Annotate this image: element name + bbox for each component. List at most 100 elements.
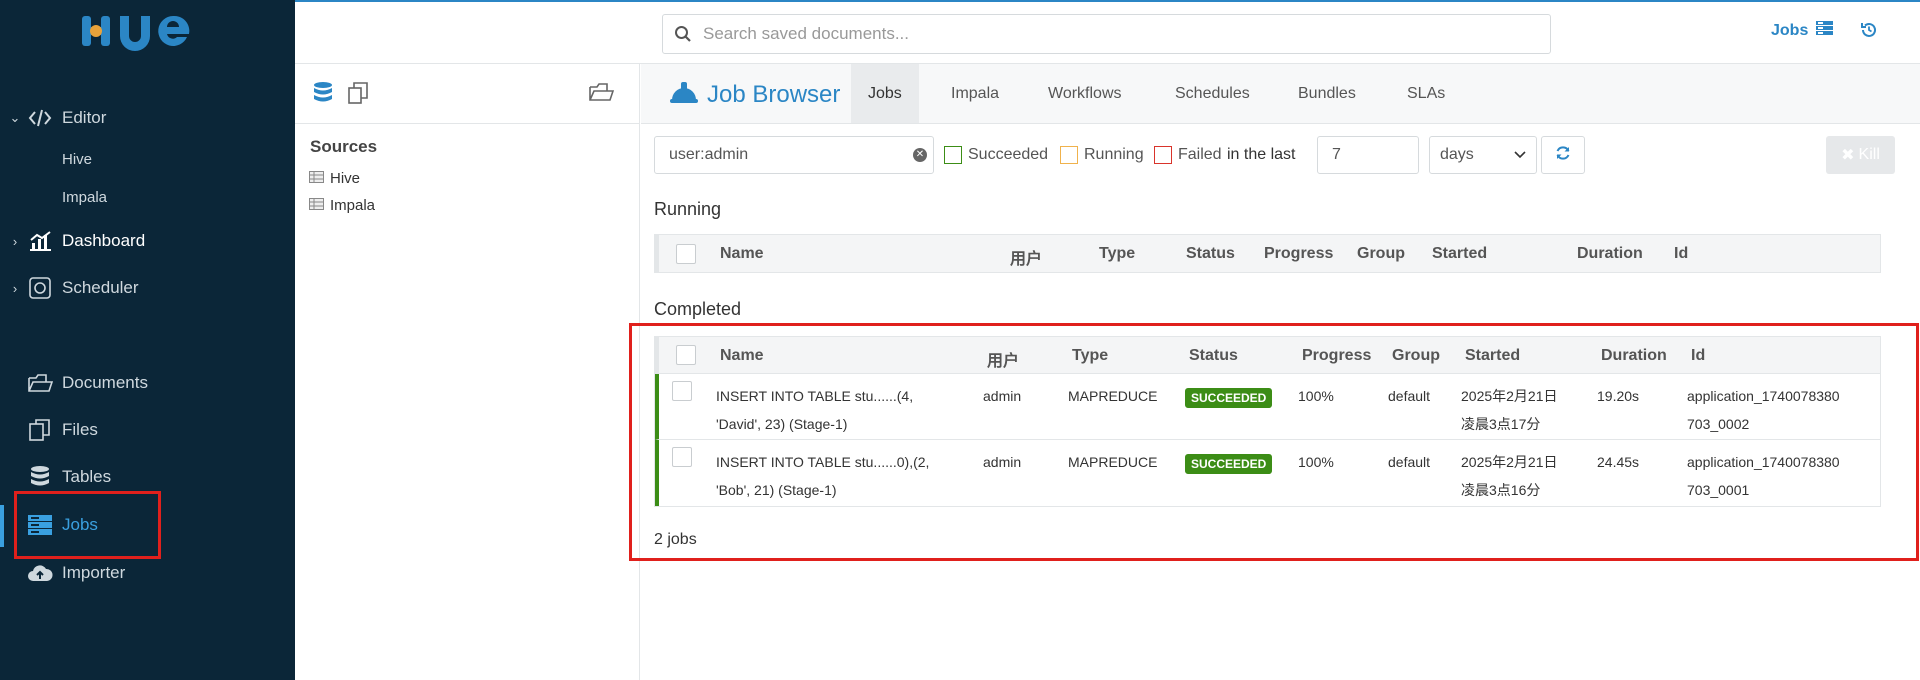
search-input[interactable]	[703, 24, 1523, 44]
user-filter-input[interactable]	[669, 146, 899, 164]
nav-editor-hive[interactable]: Hive	[62, 151, 92, 168]
nav-editor-label: Editor	[62, 108, 107, 127]
app-title: Job Browser	[669, 78, 840, 111]
col-progress: Progress	[1302, 347, 1372, 364]
table-row[interactable]: INSERT INTO TABLE stu......(4, 'David', 2…	[655, 374, 1880, 440]
tab-impala[interactable]: Impala	[934, 64, 1016, 123]
kill-label: Kill	[1858, 146, 1880, 163]
tab-jobs[interactable]: Jobs	[851, 64, 919, 123]
nav-documents-label: Documents	[62, 373, 148, 392]
row-checkbox[interactable]	[672, 447, 692, 467]
tab-schedules[interactable]: Schedules	[1158, 64, 1267, 123]
col-group: Group	[1357, 245, 1405, 262]
database-icon	[27, 464, 53, 490]
nav-editor-impala[interactable]: Impala	[62, 189, 107, 206]
col-duration: Duration	[1601, 347, 1667, 364]
col-type: Type	[1099, 245, 1136, 262]
nav-dashboard[interactable]: › Dashboard	[0, 223, 295, 259]
succeeded-label: Succeeded	[968, 146, 1049, 163]
filters-bar: ✕ Succeeded Running Failed in the last 7…	[654, 136, 1920, 174]
job-id[interactable]: application_1740078380 703_0001	[1687, 448, 1840, 504]
job-group: default	[1388, 388, 1431, 404]
job-progress: 100%	[1298, 454, 1334, 470]
job-name-line1: INSERT INTO TABLE stu......0),(2,	[716, 454, 930, 470]
job-name[interactable]: INSERT INTO TABLE stu......0),(2, 'Bob', …	[716, 448, 929, 504]
job-type: MAPREDUCE	[1068, 454, 1158, 470]
refresh-button[interactable]	[1541, 136, 1585, 174]
job-id-line1: application_1740078380	[1687, 388, 1840, 404]
job-name-line2: 'David', 23) (Stage-1)	[716, 416, 848, 432]
col-started: Started	[1432, 245, 1488, 262]
job-started: 2025年2月21日 凌晨3点17分	[1461, 382, 1558, 438]
days-input[interactable]: 7	[1317, 136, 1419, 174]
search-box[interactable]	[662, 14, 1551, 54]
chevron-down-icon	[1514, 146, 1526, 164]
nav-jobs[interactable]: Jobs	[0, 507, 295, 543]
col-group: Group	[1392, 347, 1440, 364]
col-duration: Duration	[1577, 245, 1643, 262]
top-jobs-button[interactable]: Jobs	[1771, 21, 1834, 40]
folder-open-icon[interactable]	[588, 81, 615, 108]
history-icon[interactable]	[1860, 21, 1878, 44]
col-user: 用户	[1010, 251, 1043, 268]
source-hive[interactable]: Hive	[309, 170, 360, 187]
running-filter[interactable]: Running	[1060, 146, 1144, 164]
running-table: Name 用户 Type Status Progress Group Start…	[654, 234, 1881, 273]
job-duration: 19.20s	[1597, 388, 1640, 404]
database-icon[interactable]	[313, 81, 333, 110]
nav-scheduler-label: Scheduler	[62, 278, 139, 297]
row-checkbox[interactable]	[672, 381, 692, 401]
succeeded-filter[interactable]: Succeeded	[944, 146, 1048, 164]
nav-scheduler[interactable]: › Scheduler	[0, 270, 295, 306]
chart-icon	[27, 228, 53, 254]
hue-logo[interactable]	[78, 10, 218, 54]
files-icon	[27, 417, 53, 443]
select-all-checkbox[interactable]	[676, 345, 696, 365]
nav-tables[interactable]: Tables	[0, 459, 295, 495]
job-started-time: 凌晨3点16分	[1461, 482, 1541, 498]
clear-icon[interactable]: ✕	[913, 148, 927, 162]
user-filter[interactable]: ✕	[654, 136, 934, 174]
job-user: admin	[983, 388, 1022, 404]
job-id-line1: application_1740078380	[1687, 454, 1840, 470]
left-navigation: ⌄ Editor Hive Impala › Dashboard › Sched…	[0, 0, 295, 680]
nav-files-label: Files	[62, 420, 98, 439]
code-icon	[27, 105, 53, 131]
unit-select[interactable]: days	[1429, 136, 1537, 174]
nav-documents[interactable]: Documents	[0, 365, 295, 401]
job-started-date: 2025年2月21日	[1461, 388, 1558, 404]
failed-filter[interactable]: Failed	[1154, 146, 1222, 164]
failed-checkbox[interactable]	[1154, 146, 1172, 164]
succeeded-checkbox[interactable]	[944, 146, 962, 164]
source-hive-label: Hive	[330, 170, 361, 187]
job-user: admin	[983, 454, 1022, 470]
nav-importer[interactable]: Importer	[0, 555, 295, 591]
top-jobs-label: Jobs	[1771, 21, 1809, 39]
status-badge: SUCCEEDED	[1185, 454, 1273, 474]
nav-editor[interactable]: ⌄ Editor	[0, 100, 295, 136]
job-group: default	[1388, 454, 1431, 470]
nav-files[interactable]: Files	[0, 412, 295, 448]
chevron-right-icon: ›	[12, 280, 18, 296]
documents-icon[interactable]	[347, 81, 371, 110]
job-progress: 100%	[1298, 388, 1334, 404]
kill-button[interactable]: ✖ Kill	[1826, 136, 1895, 174]
completed-section-title: Completed	[654, 299, 742, 319]
close-icon: ✖	[1841, 147, 1855, 164]
tab-slas[interactable]: SLAs	[1390, 64, 1462, 123]
job-id[interactable]: application_1740078380 703_0002	[1687, 382, 1840, 438]
table-row[interactable]: INSERT INTO TABLE stu......0),(2, 'Bob', …	[655, 440, 1880, 506]
running-table-header: Name 用户 Type Status Progress Group Start…	[655, 235, 1880, 272]
tab-workflows[interactable]: Workflows	[1031, 64, 1139, 123]
source-impala[interactable]: Impala	[309, 197, 375, 214]
col-id: Id	[1691, 347, 1706, 364]
tab-bundles[interactable]: Bundles	[1281, 64, 1373, 123]
col-name: Name	[720, 245, 764, 262]
scheduler-icon	[27, 275, 53, 301]
select-all-checkbox[interactable]	[676, 244, 696, 264]
job-name[interactable]: INSERT INTO TABLE stu......(4, 'David', 2…	[716, 382, 913, 438]
cloud-upload-icon	[27, 560, 53, 586]
nav-importer-label: Importer	[62, 563, 126, 582]
failed-label: Failed	[1178, 146, 1222, 163]
running-checkbox[interactable]	[1060, 146, 1078, 164]
